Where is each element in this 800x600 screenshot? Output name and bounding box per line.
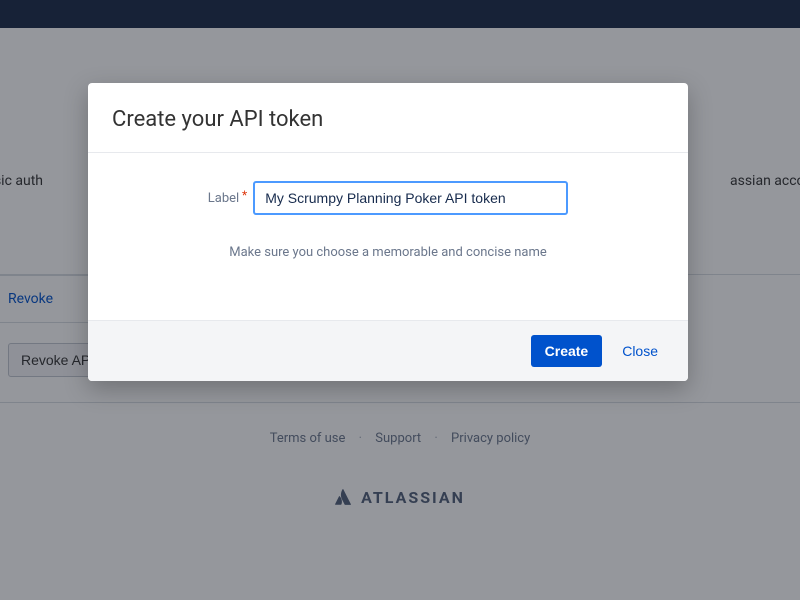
label-field-label: Label * [208,191,245,206]
required-star-icon: * [242,188,247,202]
modal-body: Label * Make sure you choose a memorable… [88,153,688,320]
label-hint-text: Make sure you choose a memorable and con… [112,245,664,260]
label-text: Label [208,191,239,206]
token-label-input[interactable] [253,181,568,215]
close-button[interactable]: Close [612,335,668,367]
create-button[interactable]: Create [531,335,603,367]
modal-title: Create your API token [112,107,664,132]
modal-header: Create your API token [88,83,688,153]
label-form-row: Label * [112,181,664,215]
modal-footer: Create Close [88,320,688,381]
create-api-token-modal: Create your API token Label * Make sure … [88,83,688,381]
